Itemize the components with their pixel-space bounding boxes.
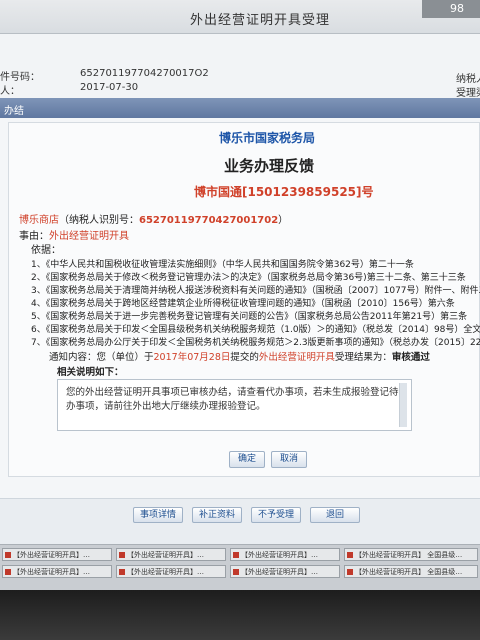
taxpayer-info-bar: 件号码： 652701197704270017O2 人： 2017-07-30 … xyxy=(0,34,480,99)
taxpayer-id: 65270119770427001702 xyxy=(139,215,279,226)
law-item: 1、《中华人民共和国税收征收管理法实施细则》（中华人民共和国国务院令第362号）… xyxy=(31,260,414,270)
taxpayer-line: 博乐商店（纳税人识别号：65270119770427001702） xyxy=(19,211,288,226)
notice-prefix: 通知内容：您（单位）于 xyxy=(49,352,154,363)
taskbar-item[interactable]: 【外出经营证明开具】… xyxy=(230,548,340,561)
taskbar: 【外出经营证明开具】… 【外出经营证明开具】… 【外出经营证明开具】… 【外出经… xyxy=(0,544,480,590)
taskbar-item[interactable]: 【外出经营证明开具】… xyxy=(2,548,112,561)
date-label: 人： xyxy=(0,86,20,97)
notice-result: 审核通过 xyxy=(391,352,430,363)
matter-line: 事由：外出经营证明开具 xyxy=(19,227,129,242)
feedback-document: 博乐市国家税务局 业务办理反馈 博市国通[1501239859525]号 博乐商… xyxy=(8,122,480,477)
ok-button[interactable]: 确定 xyxy=(229,451,265,468)
description-scrollbar[interactable] xyxy=(399,383,407,427)
description-textarea[interactable]: 您的外出经营证明开具事项已审核办结，请查看代办事项，若未生成报验登记待办事项，请… xyxy=(57,379,412,431)
taskbar-item[interactable]: 【外出经营证明开具】… xyxy=(116,548,226,561)
taxpayer-label: 纳税人 xyxy=(456,74,480,85)
notice-suffix: 受理结果为： xyxy=(334,352,392,363)
taskbar-item[interactable]: 【外出经营证明开具】 全国县级… xyxy=(344,565,478,578)
tin-value: 652701197704270017O2 xyxy=(80,68,209,79)
action-bar: 事项详情 补正资料 不予受理 退回 xyxy=(0,498,480,544)
tin-label: 件号码： xyxy=(0,72,40,83)
reject-button[interactable]: 不予受理 xyxy=(251,507,301,523)
taskbar-item[interactable]: 【外出经营证明开具】… xyxy=(116,565,226,578)
return-button[interactable]: 退回 xyxy=(310,507,360,523)
corner-indicator: 98 xyxy=(422,0,480,18)
notice-mid: 提交的 xyxy=(230,352,259,363)
photo-stage: 外出经营证明开具受理 98 件号码： 652701197704270017O2 … xyxy=(0,0,480,640)
basis-label: 依据： xyxy=(31,245,61,256)
law-item: 5、《国家税务总局关于进一步完善税务登记管理有关问题的公告》（国家税务总局公告2… xyxy=(31,312,468,322)
supplement-button[interactable]: 补正资料 xyxy=(192,507,242,523)
law-item: 2、《国家税务总局关于修改＜税务登记管理办法＞的决定》（国家税务总局令第36号)… xyxy=(31,273,466,283)
window-titlebar: 外出经营证明开具受理 98 xyxy=(0,0,480,34)
monitor-screen: 外出经营证明开具受理 98 件号码： 652701197704270017O2 … xyxy=(0,0,480,590)
tin-prefix: （纳税人识别号： xyxy=(59,215,139,226)
law-item: 6、《国家税务总局关于印发＜全国县级税务机关纳税服务规范（1.0版）＞的通知》（… xyxy=(31,325,480,335)
date-value: 2017-07-30 xyxy=(80,82,139,93)
taskbar-item[interactable]: 【外出经营证明开具】… xyxy=(2,565,112,578)
law-item: 7、《国家税务总局办公厅关于印发＜全国税务机关纳税服务规范＞2.3版更新事项的通… xyxy=(31,338,480,348)
description-label: 相关说明如下： xyxy=(57,367,124,378)
feedback-panel: 博乐市国家税务局 业务办理反馈 博市国通[1501239859525]号 博乐商… xyxy=(0,118,480,498)
tin-suffix: ） xyxy=(278,215,289,226)
legal-basis-list: 1、《中华人民共和国税收征收管理法实施细则》（中华人民共和国国务院令第362号）… xyxy=(31,257,480,348)
panel-header: 办结 xyxy=(0,98,480,118)
notice-date: 2017年07月28日 xyxy=(153,352,231,363)
cancel-button[interactable]: 取消 xyxy=(271,451,307,468)
details-button[interactable]: 事项详情 xyxy=(133,507,183,523)
taskbar-item[interactable]: 【外出经营证明开具】… xyxy=(230,565,340,578)
notice-line: 通知内容：您（单位）于2017年07月28日提交的外出经营证明开具受理结果为：审… xyxy=(49,349,430,363)
law-item: 4、《国家税务总局关于跨地区经营建筑企业所得税征收管理问题的通知》（国税函〔20… xyxy=(31,299,455,309)
taskbar-item[interactable]: 【外出经营证明开具】 全国县级… xyxy=(344,548,478,561)
window-title: 外出经营证明开具受理 xyxy=(190,13,331,28)
corner-value: 98 xyxy=(450,2,464,15)
matter-value: 外出经营证明开具 xyxy=(49,231,129,242)
shop-name: 博乐商店 xyxy=(19,215,59,226)
law-item: 3、《国家税务总局关于清理简并纳税人报送涉税资料有关问题的通知》（国税函〔200… xyxy=(31,286,480,296)
monitor-bezel xyxy=(0,590,480,640)
notice-matter: 外出经营证明开具 xyxy=(258,352,335,363)
agency-name: 博乐市国家税务局 xyxy=(219,131,316,145)
document-title: 业务办理反馈 xyxy=(224,157,315,175)
document-number: 博市国通[1501239859525]号 xyxy=(194,185,374,199)
channel-label: 受理渠 xyxy=(456,88,480,99)
